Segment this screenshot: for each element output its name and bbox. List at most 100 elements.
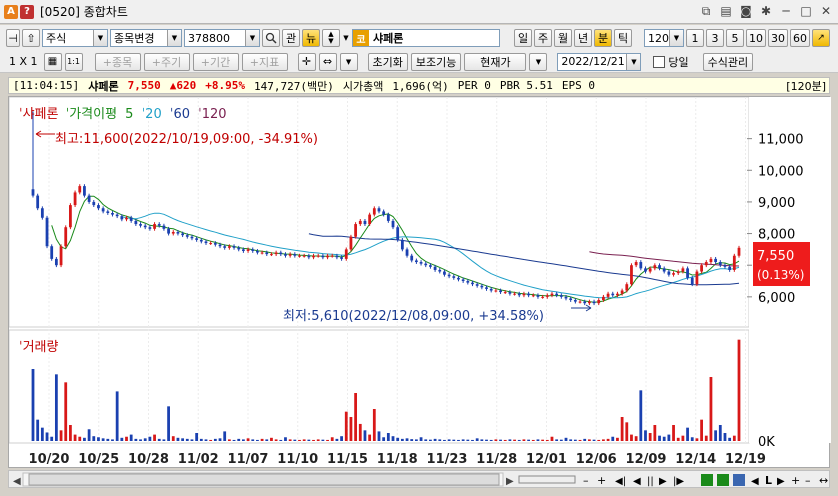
interval-1[interactable]: 1 <box>686 29 704 47</box>
prev-next-stepper[interactable]: ▲ ▼ <box>322 29 340 47</box>
export-icon[interactable] <box>717 474 729 486</box>
candle-body <box>97 205 100 209</box>
stock-code-input[interactable]: 378800 ▼ <box>184 29 260 47</box>
add-icon[interactable]: + <box>791 474 800 487</box>
interval-60[interactable]: 60 <box>790 29 810 47</box>
chevron-down-icon: ▼ <box>167 30 181 46</box>
volume-bar <box>321 439 325 441</box>
period-week[interactable]: 주 <box>534 29 552 47</box>
period-month[interactable]: 월 <box>554 29 572 47</box>
candle-body <box>129 217 133 221</box>
first-icon[interactable]: ◀| <box>615 476 626 487</box>
add-range-tab[interactable]: +기간 <box>192 52 239 71</box>
zoom-icon[interactable]: ⇔ <box>318 52 337 71</box>
candle-body <box>475 284 479 286</box>
stock-name-field[interactable]: 코 샤페론 <box>352 29 500 47</box>
volume-bar <box>59 430 63 441</box>
prev-icon[interactable]: ◀ <box>633 476 641 487</box>
excel-icon[interactable] <box>701 474 713 486</box>
interval-5[interactable]: 5 <box>726 29 744 47</box>
volume-bar <box>284 437 287 441</box>
candle-body <box>195 238 199 240</box>
candle-body <box>634 262 638 266</box>
dropdown-icon[interactable]: ▼ <box>339 52 358 71</box>
current-price-dropdown-icon[interactable]: ▼ <box>529 52 548 71</box>
fit-icon[interactable]: ↔ <box>819 474 828 487</box>
expand-icon[interactable]: ↗ <box>812 29 830 47</box>
search-button[interactable] <box>262 29 280 47</box>
volume-bar <box>125 436 128 441</box>
period-tick[interactable]: 틱 <box>614 29 632 47</box>
candle-body <box>503 292 507 294</box>
current-price-button[interactable]: 현재가 <box>464 52 527 71</box>
volume-bar <box>648 433 652 441</box>
layout-ratio-button[interactable]: 1:1 <box>64 52 83 71</box>
gear-icon[interactable]: ✱ <box>758 3 774 19</box>
x-tick-label: 11/18 <box>377 452 418 467</box>
scroll-forward-icon[interactable]: ▶ <box>777 476 785 487</box>
more-arrow-icon[interactable]: ▼ <box>342 29 350 47</box>
candle-body <box>78 186 82 193</box>
same-day-checkbox[interactable] <box>653 55 666 68</box>
camera-icon[interactable]: ◙ <box>738 3 754 19</box>
upload-icon[interactable]: ⇧ <box>22 29 40 47</box>
interval-select[interactable]: 120 ▼ <box>644 29 684 47</box>
help-icon[interactable]: ? <box>20 4 34 19</box>
market-select[interactable]: 주식 ▼ <box>42 29 108 47</box>
pause-icon[interactable]: || <box>647 476 654 487</box>
candle-body <box>709 258 713 263</box>
minimize-icon[interactable]: ─ <box>778 3 794 19</box>
grid-icon[interactable]: ▦ <box>43 52 62 71</box>
formula-manage-button[interactable]: 수식관리 <box>702 52 754 71</box>
chart-scroll-bar[interactable]: ◀ ▶ – + ◀| ◀ || ▶ |▶ ◀ L ▶ + – ↔ <box>8 470 830 488</box>
next-icon[interactable]: ▶ <box>659 476 667 487</box>
chart-canvas[interactable]: 11,00010,0009,0008,0007,0006,000 15,000K… <box>8 96 831 469</box>
candle-body <box>312 255 315 258</box>
line-icon[interactable]: L <box>765 474 772 487</box>
interval-3[interactable]: 3 <box>706 29 724 47</box>
scroll-right-icon[interactable]: ▶ <box>506 476 514 487</box>
print-icon[interactable]: ▤ <box>718 3 734 19</box>
y-tick-label: 6,000 <box>758 291 795 306</box>
period-minute[interactable]: 분 <box>594 29 612 47</box>
volume-bar <box>148 436 152 441</box>
add-indicator-tab[interactable]: +지표 <box>241 52 288 71</box>
reset-button[interactable]: 초기화 <box>367 52 408 71</box>
link-icon[interactable]: ⧉ <box>698 3 714 19</box>
scroll-left-icon[interactable]: ◀ <box>13 476 21 487</box>
candle-body <box>218 244 222 247</box>
volume-bar <box>344 411 348 441</box>
gwan-button[interactable]: 관 <box>282 29 300 47</box>
grid-view-icon[interactable] <box>733 474 745 486</box>
volume-bar <box>256 439 259 441</box>
candle-body <box>396 227 400 240</box>
close-icon[interactable]: ✕ <box>818 3 834 19</box>
candle-body <box>718 262 722 266</box>
scroll-back-icon[interactable]: ◀ <box>751 476 759 487</box>
crosshair-icon[interactable]: ✛ <box>297 52 316 71</box>
current-price-value: 7,550 <box>757 249 794 264</box>
add-period-tab[interactable]: +주기 <box>143 52 190 71</box>
stock-change-select[interactable]: 종목변경 ▼ <box>110 29 182 47</box>
scroll-thumb[interactable] <box>28 473 500 486</box>
candle-body <box>40 208 44 218</box>
chart-area[interactable]: 11,00010,0009,0008,0007,0006,000 15,000K… <box>8 96 831 469</box>
candle-body <box>494 290 498 292</box>
zoom-out-icon[interactable]: – <box>583 474 589 487</box>
candle-body <box>185 235 189 237</box>
aux-function-button[interactable]: 보조기능 <box>410 52 462 71</box>
zoom-in-icon[interactable]: + <box>597 474 606 487</box>
maximize-icon[interactable]: □ <box>798 3 814 19</box>
period-day[interactable]: 일 <box>514 29 532 47</box>
add-stock-tab[interactable]: +종목 <box>94 52 141 71</box>
date-select[interactable]: 2022/12/21 ▼ <box>557 52 642 71</box>
volume-bar <box>475 438 479 441</box>
remove-icon[interactable]: – <box>805 474 811 487</box>
interval-10[interactable]: 10 <box>746 29 766 47</box>
pin-button[interactable]: ⊣ <box>6 29 20 47</box>
zoom-slider[interactable] <box>518 475 576 484</box>
period-year[interactable]: 년 <box>574 29 592 47</box>
interval-30[interactable]: 30 <box>768 29 788 47</box>
last-icon[interactable]: |▶ <box>673 476 684 487</box>
news-button[interactable]: 뉴 <box>302 29 320 47</box>
